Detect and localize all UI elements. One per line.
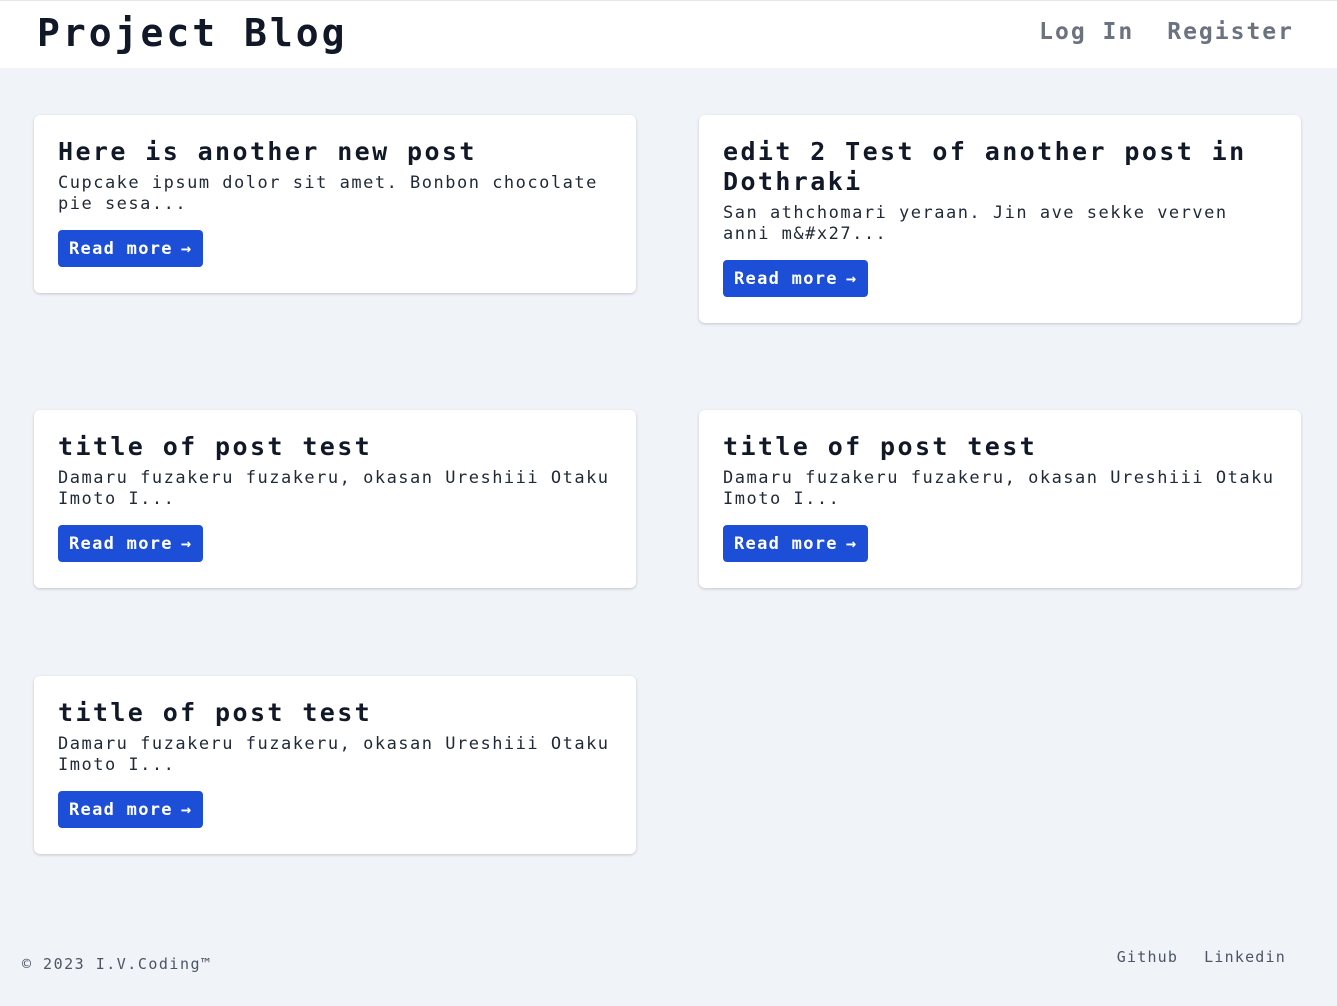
read-more-label: Read more [734,268,838,289]
post-excerpt: Damaru fuzakeru fuzakeru, okasan Ureshii… [723,468,1275,509]
read-more-button[interactable]: Read more → [723,525,869,562]
post-title: Here is another new post [58,137,477,166]
read-more-button[interactable]: Read more → [58,791,204,828]
post-title: edit 2 Test of another post in Dothraki [723,137,1247,196]
post-card: title of post test Damaru fuzakeru fuzak… [34,410,636,588]
post-excerpt: Cupcake ipsum dolor sit amet. Bonbon cho… [58,173,598,214]
site-title[interactable]: Project Blog [37,11,348,55]
linkedin-link[interactable]: Linkedin [1204,948,1286,966]
post-title: title of post test [723,432,1038,461]
post-title: title of post test [58,432,373,461]
post-card: Here is another new post Cupcake ipsum d… [34,115,636,293]
site-header: Project Blog Log In Register [0,0,1337,68]
read-more-button[interactable]: Read more → [723,260,869,297]
read-more-button[interactable]: Read more → [58,230,204,267]
post-card: title of post test Damaru fuzakeru fuzak… [699,410,1301,588]
read-more-label: Read more [69,799,173,820]
read-more-label: Read more [69,533,173,554]
post-title: title of post test [58,698,373,727]
login-link[interactable]: Log In [1039,19,1134,45]
arrow-right-icon: → [845,268,858,289]
register-link[interactable]: Register [1167,19,1294,45]
header-nav: Log In Register [1039,19,1294,45]
arrow-right-icon: → [180,533,193,554]
post-card: title of post test Damaru fuzakeru fuzak… [34,676,636,854]
read-more-label: Read more [734,533,838,554]
footer-links: Github Linkedin [1117,948,1286,966]
read-more-button[interactable]: Read more → [58,525,204,562]
copyright-text: © 2023 I.V.Coding™ [22,955,212,973]
arrow-right-icon: → [180,799,193,820]
post-excerpt: San athchomari yeraan. Jin ave sekke ver… [723,203,1228,244]
post-card: edit 2 Test of another post in Dothraki … [699,115,1301,323]
arrow-right-icon: → [180,238,193,259]
read-more-label: Read more [69,238,173,259]
arrow-right-icon: → [845,533,858,554]
post-excerpt: Damaru fuzakeru fuzakeru, okasan Ureshii… [58,468,610,509]
github-link[interactable]: Github [1117,948,1178,966]
post-excerpt: Damaru fuzakeru fuzakeru, okasan Ureshii… [58,734,610,775]
